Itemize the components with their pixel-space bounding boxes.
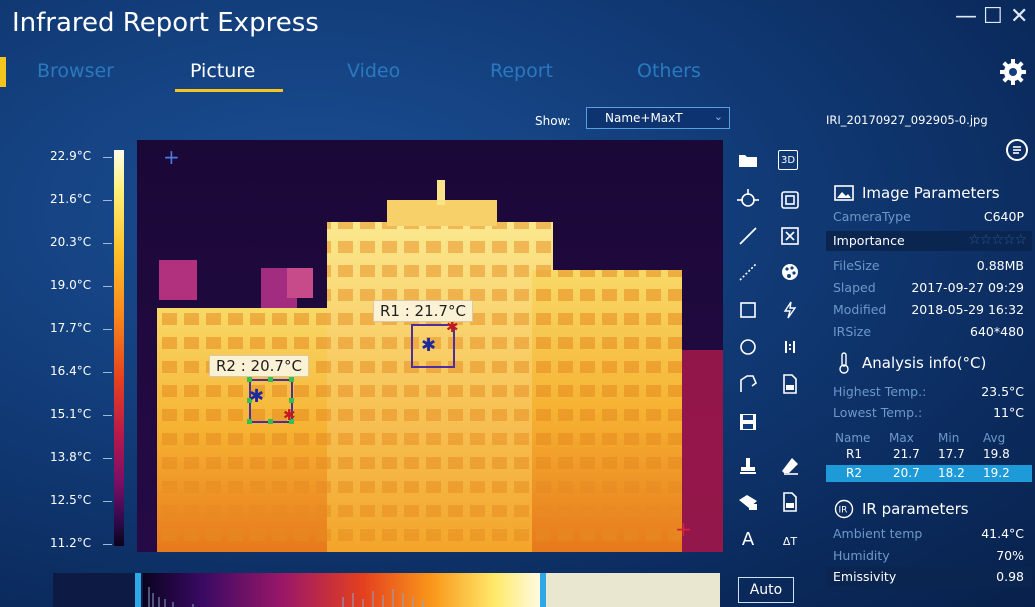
svg-text:+: + bbox=[163, 145, 180, 169]
roi-label-r1: R1 : 21.7°C bbox=[373, 300, 473, 322]
show-select-value: Name+MaxT bbox=[605, 111, 683, 125]
irsize-row: IRSize 640*480 bbox=[833, 324, 1024, 339]
save-icon[interactable] bbox=[736, 410, 760, 434]
chevron-down-icon: ⌄ bbox=[713, 110, 723, 123]
delta-t-button[interactable]: ΔT bbox=[778, 529, 802, 553]
slaped-row: Slaped 2017-09-27 09:29 bbox=[833, 280, 1024, 295]
tab-others[interactable]: Others bbox=[637, 60, 701, 82]
highest-temp-row: Highest Temp.: 23.5°C bbox=[833, 384, 1024, 399]
tab-video[interactable]: Video bbox=[347, 60, 400, 82]
temperature-scale-bar bbox=[114, 150, 124, 546]
crosshair-icon[interactable] bbox=[736, 188, 760, 212]
svg-text:✱: ✱ bbox=[421, 335, 436, 356]
scale-tick: 21.6°C bbox=[50, 192, 92, 206]
line-tool-icon[interactable] bbox=[736, 224, 760, 248]
report-export-icon[interactable] bbox=[778, 490, 802, 514]
eraser-icon[interactable] bbox=[778, 454, 802, 478]
maximize-button[interactable]: ☐ bbox=[983, 4, 1003, 29]
table-row[interactable]: R1 21.7 17.7 19.8 bbox=[826, 446, 1032, 462]
filesize-row: FileSize 0.88MB bbox=[833, 258, 1024, 273]
lightning-icon[interactable] bbox=[778, 298, 802, 322]
stamp-icon[interactable] bbox=[736, 454, 760, 478]
app-title: Infrared Report Express bbox=[12, 8, 319, 38]
close-button[interactable]: ✕ bbox=[1010, 4, 1028, 29]
show-select[interactable]: Name+MaxT ⌄ bbox=[586, 107, 730, 129]
tab-browser[interactable]: Browser bbox=[37, 60, 114, 82]
image-parameters-title: Image Parameters bbox=[862, 184, 1000, 202]
analysis-info-header: Analysis info(°C) bbox=[826, 349, 1032, 377]
image-export-icon[interactable] bbox=[736, 490, 760, 514]
scale-tick: 17.7°C bbox=[50, 321, 92, 335]
3d-view-button[interactable]: 3D bbox=[778, 150, 798, 170]
gear-icon[interactable] bbox=[998, 57, 1028, 87]
circle-tool-icon[interactable] bbox=[736, 335, 760, 359]
auto-button[interactable]: Auto bbox=[738, 577, 794, 603]
table-row-selected[interactable]: R2 20.7 18.2 19.2 bbox=[826, 465, 1032, 482]
dashed-line-icon[interactable] bbox=[736, 260, 760, 284]
analysis-info-title: Analysis info(°C) bbox=[862, 354, 987, 372]
folder-icon[interactable] bbox=[736, 148, 760, 172]
humidity-row: Humidity 70% bbox=[833, 548, 1024, 563]
histogram[interactable] bbox=[53, 573, 720, 607]
lowest-temp-row: Lowest Temp.: 11°C bbox=[833, 405, 1024, 420]
tab-marker bbox=[0, 57, 6, 87]
scale-tick: 19.0°C bbox=[50, 278, 92, 292]
svg-text:✱: ✱ bbox=[249, 386, 264, 407]
importance-row[interactable]: Importance ☆☆☆☆☆ bbox=[826, 231, 1032, 251]
thermometer-icon bbox=[834, 352, 854, 374]
active-tab-indicator bbox=[175, 89, 283, 92]
scale-tick: 20.3°C bbox=[50, 235, 92, 249]
svg-text:+: + bbox=[675, 517, 692, 541]
analysis-table-header: Name Max Min Avg bbox=[835, 431, 1006, 445]
minimize-button[interactable]: — bbox=[955, 4, 977, 29]
ambient-temp-row: Ambient temp 41.4°C bbox=[833, 526, 1024, 541]
svg-text:IR: IR bbox=[839, 506, 848, 516]
camera-type-row: CameraType C640P bbox=[833, 209, 1024, 224]
rating-stars[interactable]: ☆☆☆☆☆ bbox=[968, 232, 1027, 248]
text-tool-button[interactable]: A bbox=[736, 527, 760, 551]
scale-tick: 12.5°C bbox=[50, 493, 92, 507]
thermal-image[interactable]: ✱ ✱ ✱ ✱ + + R1 : 21.7°C R2 : 20.7°C bbox=[137, 140, 723, 552]
polygon-tool-icon[interactable] bbox=[736, 372, 760, 396]
palette-icon[interactable] bbox=[778, 260, 802, 284]
export-doc-icon[interactable] bbox=[778, 372, 802, 396]
scale-tick: 22.9°C bbox=[50, 149, 92, 163]
show-label: Show: bbox=[535, 114, 571, 128]
document-icon[interactable] bbox=[1006, 139, 1028, 161]
modified-row: Modified 2018-05-29 16:32 bbox=[833, 302, 1024, 317]
ir-icon: IR bbox=[834, 499, 854, 519]
image-icon bbox=[834, 184, 854, 202]
ir-parameters-header: IR IR parameters bbox=[826, 495, 1032, 523]
svg-text:✱: ✱ bbox=[283, 406, 296, 424]
copy-icon[interactable] bbox=[778, 188, 802, 212]
tab-picture[interactable]: Picture bbox=[190, 60, 255, 82]
roi-label-r2: R2 : 20.7°C bbox=[209, 355, 309, 377]
scale-tick: 13.8°C bbox=[50, 450, 92, 464]
scale-tick: 15.1°C bbox=[50, 407, 92, 421]
ir-parameters-title: IR parameters bbox=[862, 500, 969, 518]
scale-tick: 11.2°C bbox=[50, 536, 92, 550]
emissivity-row[interactable]: Emissivity 0.98 bbox=[826, 567, 1032, 587]
scale-tick: 16.4°C bbox=[50, 364, 92, 378]
file-name: IRI_20170927_092905-0.jpg bbox=[826, 113, 988, 127]
tab-report[interactable]: Report bbox=[490, 60, 553, 82]
clear-box-icon[interactable] bbox=[778, 224, 802, 248]
ratio-icon[interactable] bbox=[778, 335, 802, 359]
image-parameters-header: Image Parameters bbox=[826, 179, 1032, 207]
rectangle-tool-icon[interactable] bbox=[736, 298, 760, 322]
histogram-bars bbox=[148, 587, 424, 607]
